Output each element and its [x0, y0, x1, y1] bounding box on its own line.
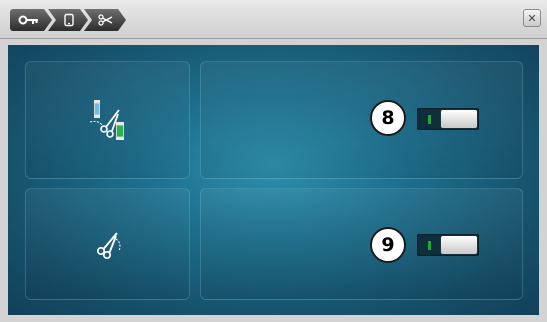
setting-panel-thread-cutter: 8 [200, 61, 523, 179]
scissors-icon [98, 14, 114, 26]
scissors-icon [96, 232, 121, 260]
display-icon [62, 13, 76, 27]
settings-area: 8 9 [8, 45, 539, 315]
top-bar: ✕ [0, 0, 547, 39]
callout-badge: 8 [370, 100, 406, 136]
scissors-toggle[interactable] [417, 234, 479, 256]
thread-cutter-icon [89, 100, 124, 140]
setting-panel-scissors: 9 [200, 188, 523, 300]
toggle-knob [441, 236, 477, 254]
close-icon: ✕ [527, 12, 537, 25]
breadcrumb-item-setup[interactable] [10, 9, 52, 31]
breadcrumb [10, 8, 122, 32]
breadcrumb-item-display[interactable] [48, 9, 88, 31]
function-panel-thread-cutter [25, 61, 190, 179]
toggle-on-indicator [428, 241, 431, 250]
thread-cutter-toggle[interactable] [417, 108, 479, 130]
close-button[interactable]: ✕ [523, 9, 541, 27]
toggle-on-indicator [428, 115, 431, 124]
window: ✕ 8 9 [0, 0, 547, 322]
callout-badge: 9 [370, 227, 406, 263]
toggle-knob [441, 110, 477, 128]
breadcrumb-item-sewing[interactable] [84, 9, 126, 31]
function-panel-scissors [25, 188, 190, 300]
key-icon [18, 14, 40, 26]
